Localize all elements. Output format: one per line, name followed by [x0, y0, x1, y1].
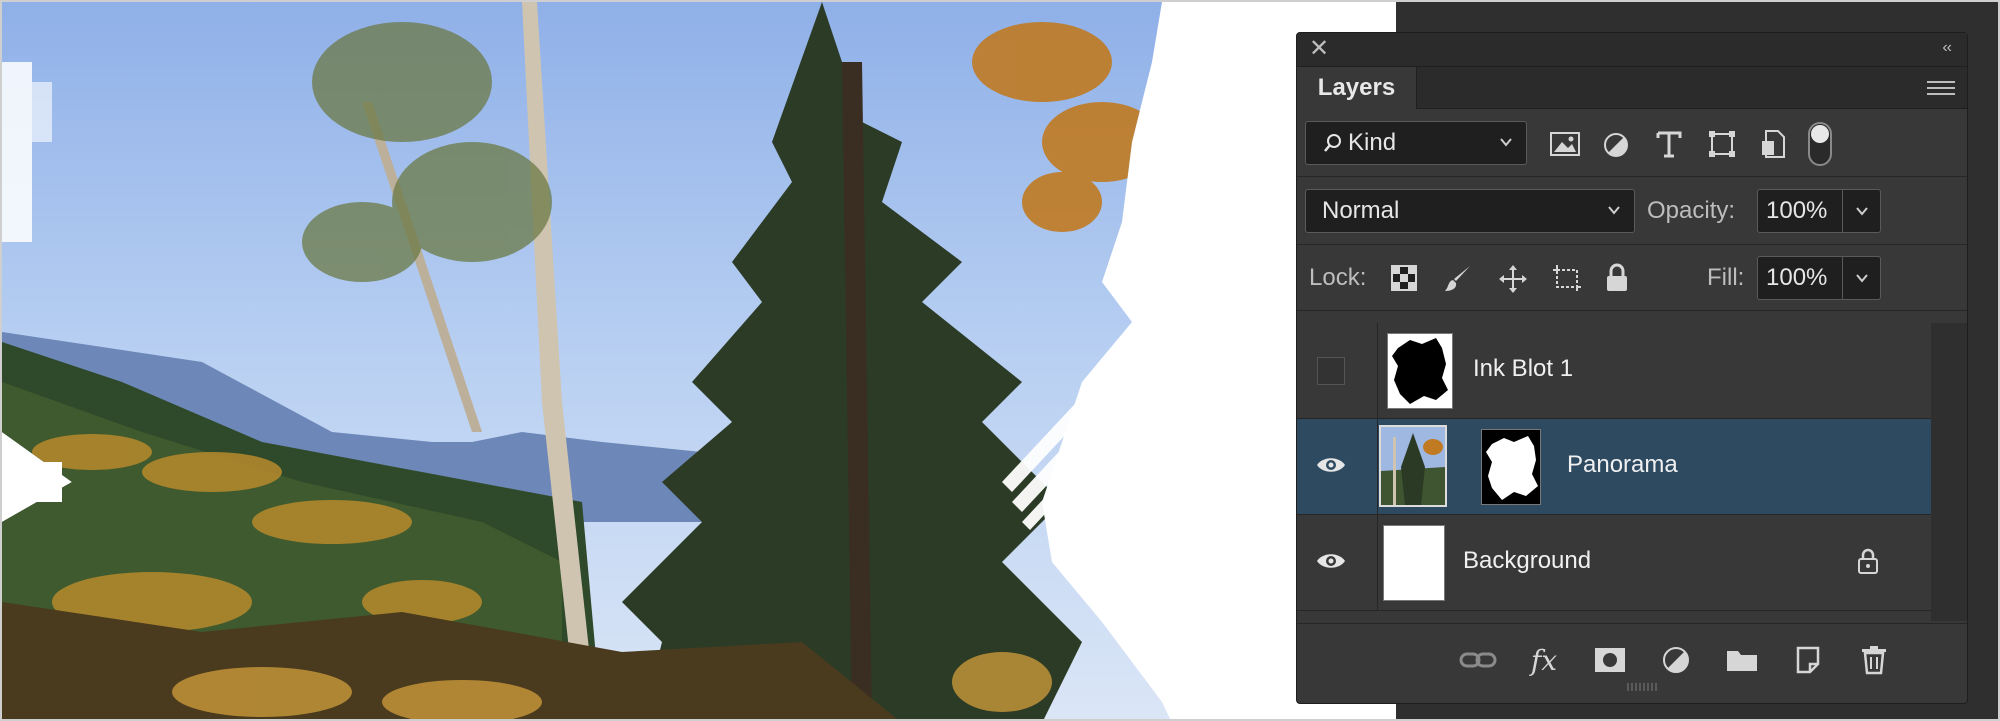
fx-icon[interactable]: fx	[1525, 644, 1563, 677]
resize-grip[interactable]	[1617, 683, 1667, 693]
layer-name: Background	[1463, 547, 1592, 574]
link-layers-icon[interactable]	[1459, 644, 1497, 676]
eye-icon[interactable]	[1315, 453, 1347, 477]
add-mask-icon[interactable]	[1591, 644, 1629, 676]
smart-object-filter-icon[interactable]	[1760, 129, 1786, 159]
chevron-down-icon	[1606, 202, 1622, 223]
chevron-down-icon	[1855, 274, 1868, 283]
lock-image-pixels-icon[interactable]	[1443, 263, 1473, 293]
lock-icon	[1857, 547, 1879, 575]
shape-filter-icon[interactable]	[1707, 129, 1737, 159]
panorama-masked-image	[2, 2, 1172, 719]
lock-position-icon[interactable]	[1497, 263, 1529, 295]
row-divider	[1377, 323, 1378, 419]
chevron-down-icon	[1498, 134, 1514, 155]
fill-dropdown-button[interactable]	[1843, 256, 1881, 300]
lock-label: Lock:	[1309, 264, 1367, 291]
blend-mode-dropdown[interactable]: Normal	[1305, 189, 1635, 233]
search-icon	[1322, 132, 1344, 154]
type-filter-icon[interactable]	[1655, 129, 1683, 159]
row-divider	[1377, 419, 1378, 515]
adjustment-filter-icon[interactable]	[1602, 131, 1630, 159]
filter-row: Kind	[1297, 109, 1967, 177]
layer-row-panorama[interactable]: Panorama	[1297, 419, 1931, 515]
layer-row-ink-blot-1[interactable]: Ink Blot 1	[1297, 323, 1931, 419]
panorama-image-thumbnail[interactable]	[1379, 425, 1447, 507]
panel-tab-bar: Layers	[1297, 67, 1967, 109]
eye-icon[interactable]	[1315, 549, 1347, 573]
lock-row: Lock: Fill: 100%	[1297, 245, 1967, 311]
hamburger-menu-icon[interactable]	[1927, 77, 1955, 99]
mask-link	[1451, 459, 1467, 461]
visibility-toggle-off[interactable]	[1317, 357, 1345, 385]
adjustment-layer-icon[interactable]	[1657, 644, 1695, 676]
opacity-label: Opacity:	[1647, 197, 1736, 224]
filter-toggle-icon[interactable]	[1807, 121, 1833, 167]
panorama-mask-thumbnail[interactable]	[1481, 429, 1541, 505]
lock-all-icon[interactable]	[1605, 263, 1629, 293]
background-thumbnail[interactable]	[1383, 525, 1445, 601]
layers-scrollbar[interactable]	[1931, 323, 1967, 621]
layer-name: Panorama	[1567, 451, 1678, 478]
layers-panel-footer: fx	[1297, 623, 1967, 693]
layers-panel: ✕ ‹‹ Layers Kind Normal Opacity: 100% Lo…	[1296, 32, 1968, 704]
fill-label: Fill:	[1707, 264, 1745, 291]
opacity-field[interactable]: 100%	[1757, 189, 1843, 233]
document-canvas[interactable]	[2, 2, 1396, 719]
opacity-dropdown-button[interactable]	[1843, 189, 1881, 233]
filter-kind-dropdown[interactable]: Kind	[1305, 121, 1527, 165]
layer-row-background[interactable]: Background	[1297, 515, 1931, 611]
new-group-folder-icon[interactable]	[1723, 644, 1761, 676]
blend-mode-value: Normal	[1322, 197, 1400, 224]
app-window: ✕ ‹‹ Layers Kind Normal Opacity: 100% Lo…	[0, 0, 2000, 721]
tab-layers[interactable]: Layers	[1297, 67, 1417, 109]
close-panel-icon[interactable]: ✕	[1309, 37, 1329, 61]
filter-kind-label: Kind	[1348, 129, 1397, 156]
collapse-panel-icon[interactable]: ‹‹	[1942, 39, 1952, 57]
trash-icon[interactable]	[1855, 644, 1893, 676]
ink-blot-thumbnail[interactable]	[1387, 333, 1453, 409]
lock-artboard-icon[interactable]	[1551, 263, 1583, 293]
layer-name: Ink Blot 1	[1473, 355, 1574, 382]
lock-transparent-pixels-icon[interactable]	[1391, 265, 1417, 291]
fill-field[interactable]: 100%	[1757, 256, 1843, 300]
image-filter-icon[interactable]	[1549, 131, 1581, 157]
row-divider	[1377, 515, 1378, 611]
panel-title-bar: ✕ ‹‹	[1297, 33, 1967, 67]
chevron-down-icon	[1855, 207, 1868, 216]
new-layer-icon[interactable]	[1789, 644, 1827, 676]
blend-row: Normal Opacity: 100%	[1297, 177, 1967, 245]
